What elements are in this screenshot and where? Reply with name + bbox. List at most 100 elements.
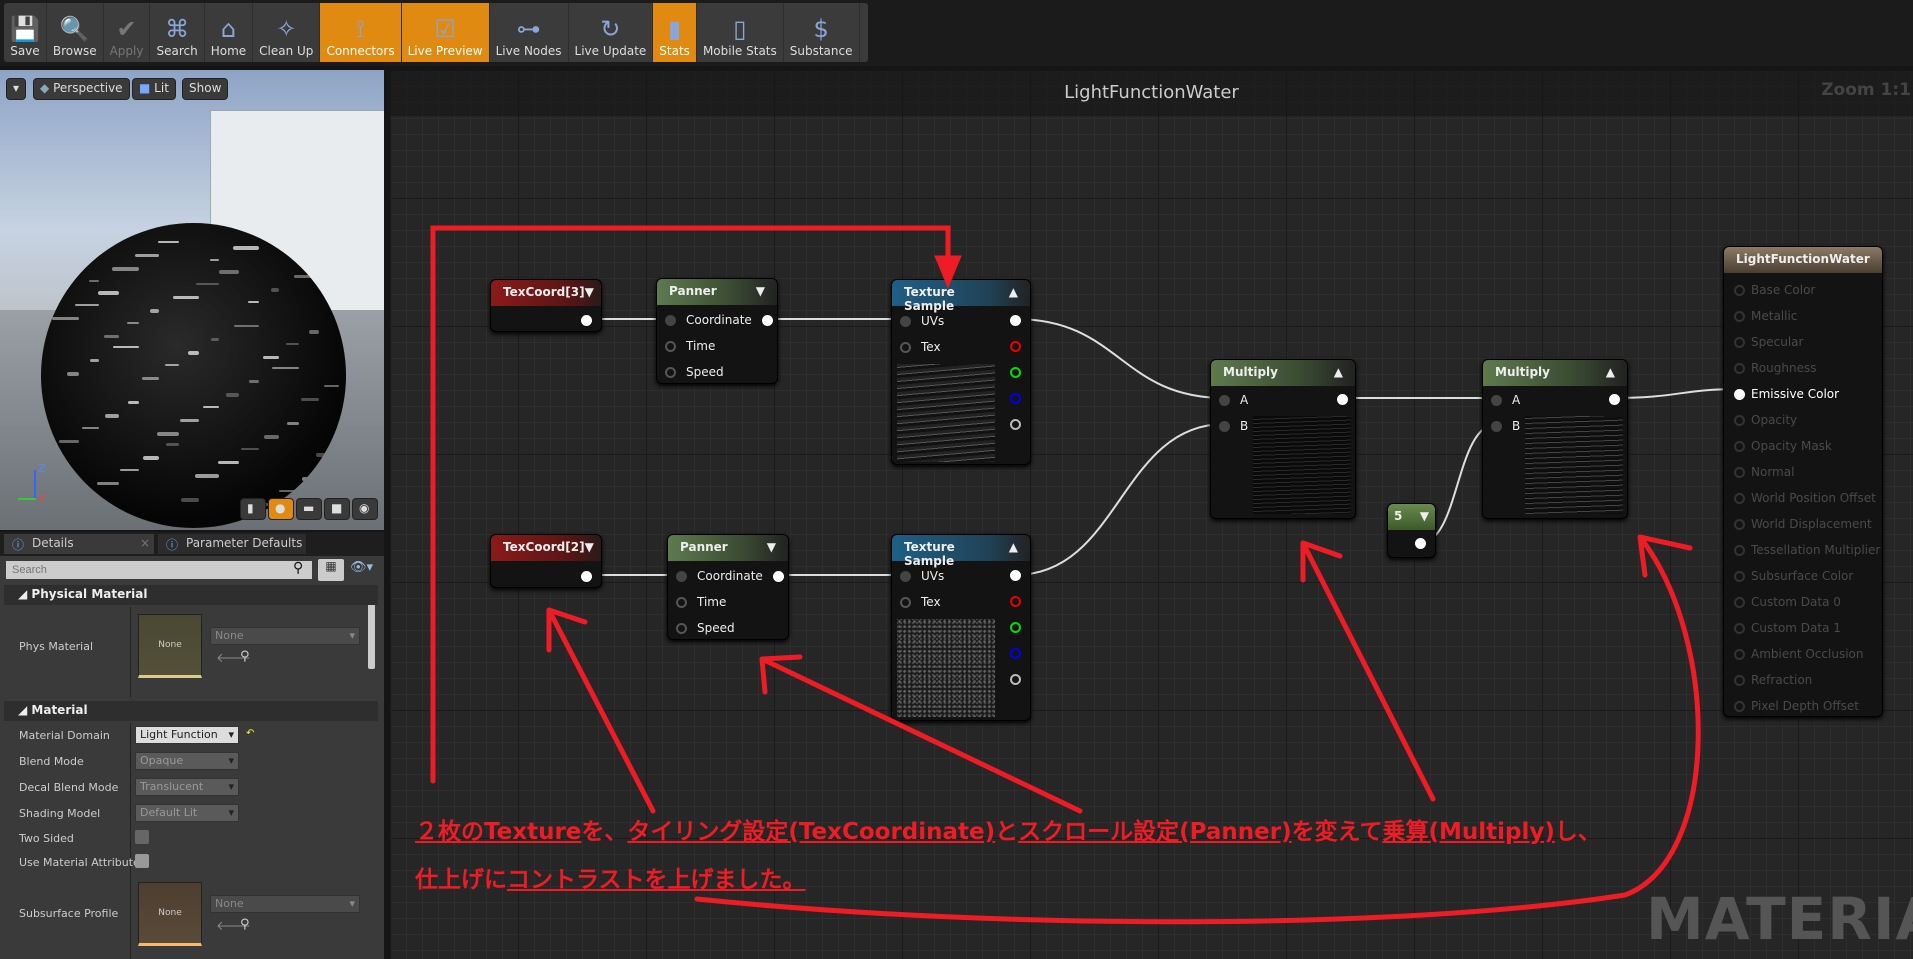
b-input-pin[interactable] [1491, 420, 1502, 432]
shading-model-dropdown[interactable]: Default Lit ▾ [135, 804, 239, 822]
output-pin-row[interactable]: Opacity Mask [1734, 436, 1832, 456]
toolbar-button-stats[interactable]: ▮ Stats [653, 3, 697, 62]
output-pin[interactable] [1609, 394, 1620, 405]
collapse-triangle-icon[interactable]: ▼ [1420, 509, 1429, 525]
tab-parameter-defaults[interactable]: ⓘ Parameter Defaults [158, 534, 306, 554]
output-pin-row[interactable]: Normal [1734, 462, 1794, 482]
speed-pin[interactable] [665, 366, 676, 378]
material-header[interactable]: ◢ Material [4, 701, 378, 721]
output-pin[interactable] [581, 570, 592, 582]
toolbar-button-home[interactable]: ⌂ Home [205, 3, 254, 62]
input-pin[interactable] [1734, 518, 1745, 530]
collapse-triangle-icon[interactable]: ▼ [767, 540, 776, 556]
input-pin[interactable] [1734, 414, 1745, 426]
subsurface-profile-thumbnail[interactable]: None [138, 882, 202, 946]
b-input-pin[interactable] [1219, 420, 1230, 432]
uvs-pin[interactable] [900, 315, 911, 327]
collapse-triangle-icon[interactable]: ▼ [756, 284, 765, 300]
output-pin[interactable] [761, 314, 773, 326]
collapse-triangle-icon[interactable]: ▼ [585, 285, 594, 301]
a-input-pin[interactable] [1219, 394, 1230, 406]
output-pin-row[interactable]: Ambient Occlusion [1734, 644, 1863, 664]
input-pin[interactable] [1734, 570, 1745, 582]
cube-shape-button[interactable]: ■ [324, 498, 350, 520]
material-domain-dropdown[interactable]: Light Function ▾ [135, 726, 239, 744]
collapse-triangle-icon[interactable]: ▲ [1606, 365, 1615, 381]
input-pin[interactable] [1734, 674, 1745, 686]
r-output-pin[interactable] [1010, 341, 1021, 352]
toolbar-button-save[interactable]: 💾 Save [4, 3, 47, 62]
g-output-pin[interactable] [1010, 622, 1021, 633]
panner-node-1[interactable]: Panner ▼ Coordinate Time Speed [656, 278, 778, 384]
output-pin[interactable] [1337, 394, 1348, 405]
output-pin-row[interactable]: Base Color [1734, 280, 1815, 300]
close-icon[interactable]: × [140, 536, 150, 550]
toolbar-button-mobile-stats[interactable]: ▯ Mobile Stats [697, 3, 784, 62]
toolbar-button-browse[interactable]: 🔍 Browse [47, 3, 104, 62]
time-pin[interactable] [676, 596, 687, 608]
collapse-triangle-icon[interactable]: ▲ [1009, 285, 1018, 301]
output-pin[interactable] [1415, 538, 1426, 549]
output-pin-row[interactable]: World Position Offset [1734, 488, 1876, 508]
constant-node[interactable]: 5 ▼ [1387, 503, 1436, 558]
rgb-output-pin[interactable] [1010, 315, 1021, 326]
phys-material-thumbnail[interactable]: None [138, 614, 202, 678]
texture-sample-node-1[interactable]: Texture Sample ▲ UVs Tex [891, 279, 1031, 465]
a-input-pin[interactable] [1491, 394, 1502, 406]
output-pin-row[interactable]: Opacity [1734, 410, 1797, 430]
rgb-output-pin[interactable] [1010, 570, 1021, 581]
input-pin[interactable] [1734, 596, 1745, 608]
output-pin-row[interactable]: Specular [1734, 332, 1803, 352]
input-pin[interactable] [1734, 648, 1745, 660]
subsurface-profile-picker[interactable]: None ▾ [210, 895, 360, 913]
output-pin[interactable] [772, 570, 784, 582]
texture-sample-node-2[interactable]: Texture Sample ▲ UVs Tex [891, 534, 1031, 721]
output-pin-row[interactable]: Pixel Depth Offset [1734, 696, 1859, 716]
output-pin-row[interactable]: Roughness [1734, 358, 1816, 378]
input-pin[interactable] [1734, 388, 1745, 400]
toolbar-button-search[interactable]: ⌘ Search [150, 3, 205, 62]
two-sided-checkbox[interactable] [135, 830, 149, 844]
viewport-options-button[interactable]: ▾ [6, 78, 26, 100]
output-pin-row[interactable]: World Displacement [1734, 514, 1872, 534]
speed-pin[interactable] [676, 622, 687, 634]
browse-search-icon[interactable]: ⚲ [240, 649, 250, 664]
use-material-attributes-checkbox[interactable] [135, 854, 149, 868]
output-pin-row[interactable]: Refraction [1734, 670, 1812, 690]
multiply-node-1[interactable]: Multiply ▲ A B [1210, 359, 1356, 519]
input-pin[interactable] [1734, 362, 1745, 374]
toolbar-button-live-nodes[interactable]: ⊶ Live Nodes [490, 3, 569, 62]
a-output-pin[interactable] [1010, 419, 1021, 430]
panner-node-2[interactable]: Panner ▼ Coordinate Time Speed [667, 534, 789, 640]
input-pin[interactable] [1734, 336, 1745, 348]
preview-viewport[interactable]: ▾ ◆ Perspective ■ Lit Show Z X ▮ ● ▬ ■ ◉ [0, 70, 384, 530]
r-output-pin[interactable] [1010, 596, 1021, 607]
input-pin[interactable] [1734, 544, 1745, 556]
browse-search-icon[interactable]: ⚲ [240, 917, 250, 932]
decal-blend-mode-dropdown[interactable]: Translucent ▾ [135, 778, 239, 796]
output-pin-row[interactable]: Custom Data 0 [1734, 592, 1841, 612]
physical-material-header[interactable]: ◢ Physical Material [4, 585, 378, 605]
toolbar-button-apply[interactable]: ✔ Apply [104, 3, 151, 62]
input-pin[interactable] [1734, 284, 1745, 296]
texcoord3-node[interactable]: TexCoord[3] ▼ [490, 279, 602, 332]
cylinder-shape-button[interactable]: ▮ [240, 498, 266, 520]
texcoord2-node[interactable]: TexCoord[2] ▼ [490, 534, 602, 588]
output-pin[interactable] [581, 314, 592, 326]
collapse-triangle-icon[interactable]: ▲ [1009, 540, 1018, 556]
plane-shape-button[interactable]: ▬ [296, 498, 322, 520]
eye-icon[interactable]: 👁▾ [350, 560, 373, 575]
a-output-pin[interactable] [1010, 674, 1021, 685]
details-search-input[interactable] [6, 561, 312, 579]
g-output-pin[interactable] [1010, 367, 1021, 378]
collapse-triangle-icon[interactable]: ▲ [1334, 365, 1343, 381]
custom-mesh-button[interactable]: ◉ [352, 498, 378, 520]
lit-button[interactable]: ■ Lit [132, 78, 176, 100]
input-pin[interactable] [1734, 700, 1745, 712]
output-pin-row[interactable]: Emissive Color [1734, 384, 1839, 404]
output-node[interactable]: LightFunctionWater Base Color Metallic Spe… [1723, 246, 1883, 717]
tex-pin[interactable] [900, 341, 911, 353]
tab-details[interactable]: ⓘ Details × [4, 534, 154, 554]
tex-pin[interactable] [900, 596, 911, 608]
b-output-pin[interactable] [1010, 393, 1021, 404]
